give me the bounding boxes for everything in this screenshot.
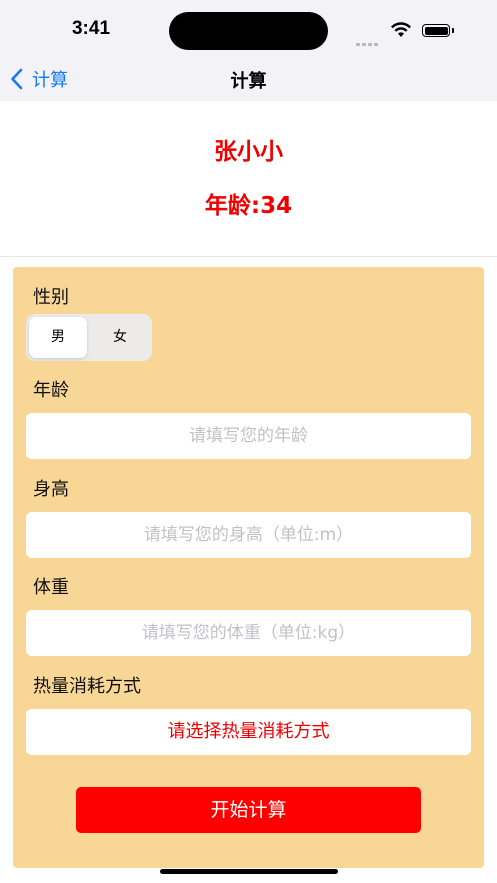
dynamic-island — [169, 12, 328, 50]
divider — [0, 256, 497, 257]
profile-header: 张小小 年龄:34 — [0, 101, 497, 256]
calorie-method-label: 热量消耗方式 — [33, 676, 141, 697]
status-time: 3:41 — [71, 18, 111, 39]
calorie-method-select-button[interactable]: 请选择热量消耗方式 — [26, 709, 471, 755]
gender-option-female[interactable]: 女 — [91, 317, 149, 358]
navigation-bar: 计算 计算 — [0, 58, 497, 101]
weight-input[interactable] — [26, 610, 471, 656]
home-indicator — [160, 869, 338, 874]
start-calculation-button[interactable]: 开始计算 — [76, 787, 421, 833]
status-bar: 3:41 — [0, 0, 497, 58]
height-label: 身高 — [33, 479, 69, 500]
gender-option-male[interactable]: 男 — [29, 317, 87, 358]
page-title: 计算 — [230, 71, 267, 92]
height-input[interactable] — [26, 512, 471, 558]
battery-tip — [452, 28, 454, 33]
cellular-signal-icon — [356, 31, 380, 50]
weight-label: 体重 — [33, 577, 69, 598]
wifi-icon — [391, 22, 411, 37]
user-name: 张小小 — [214, 139, 283, 165]
user-age: 年龄:34 — [204, 193, 293, 219]
gender-segmented-control: 男 女 — [26, 314, 152, 361]
age-input[interactable] — [26, 413, 471, 459]
age-label: 年龄 — [33, 380, 69, 401]
battery-icon — [422, 24, 450, 37]
gender-label: 性别 — [33, 287, 69, 308]
calculation-form: 性别 男 女 年龄 身高 体重 热量消耗方式 请选择热量消耗方式 开始计算 — [13, 267, 484, 868]
